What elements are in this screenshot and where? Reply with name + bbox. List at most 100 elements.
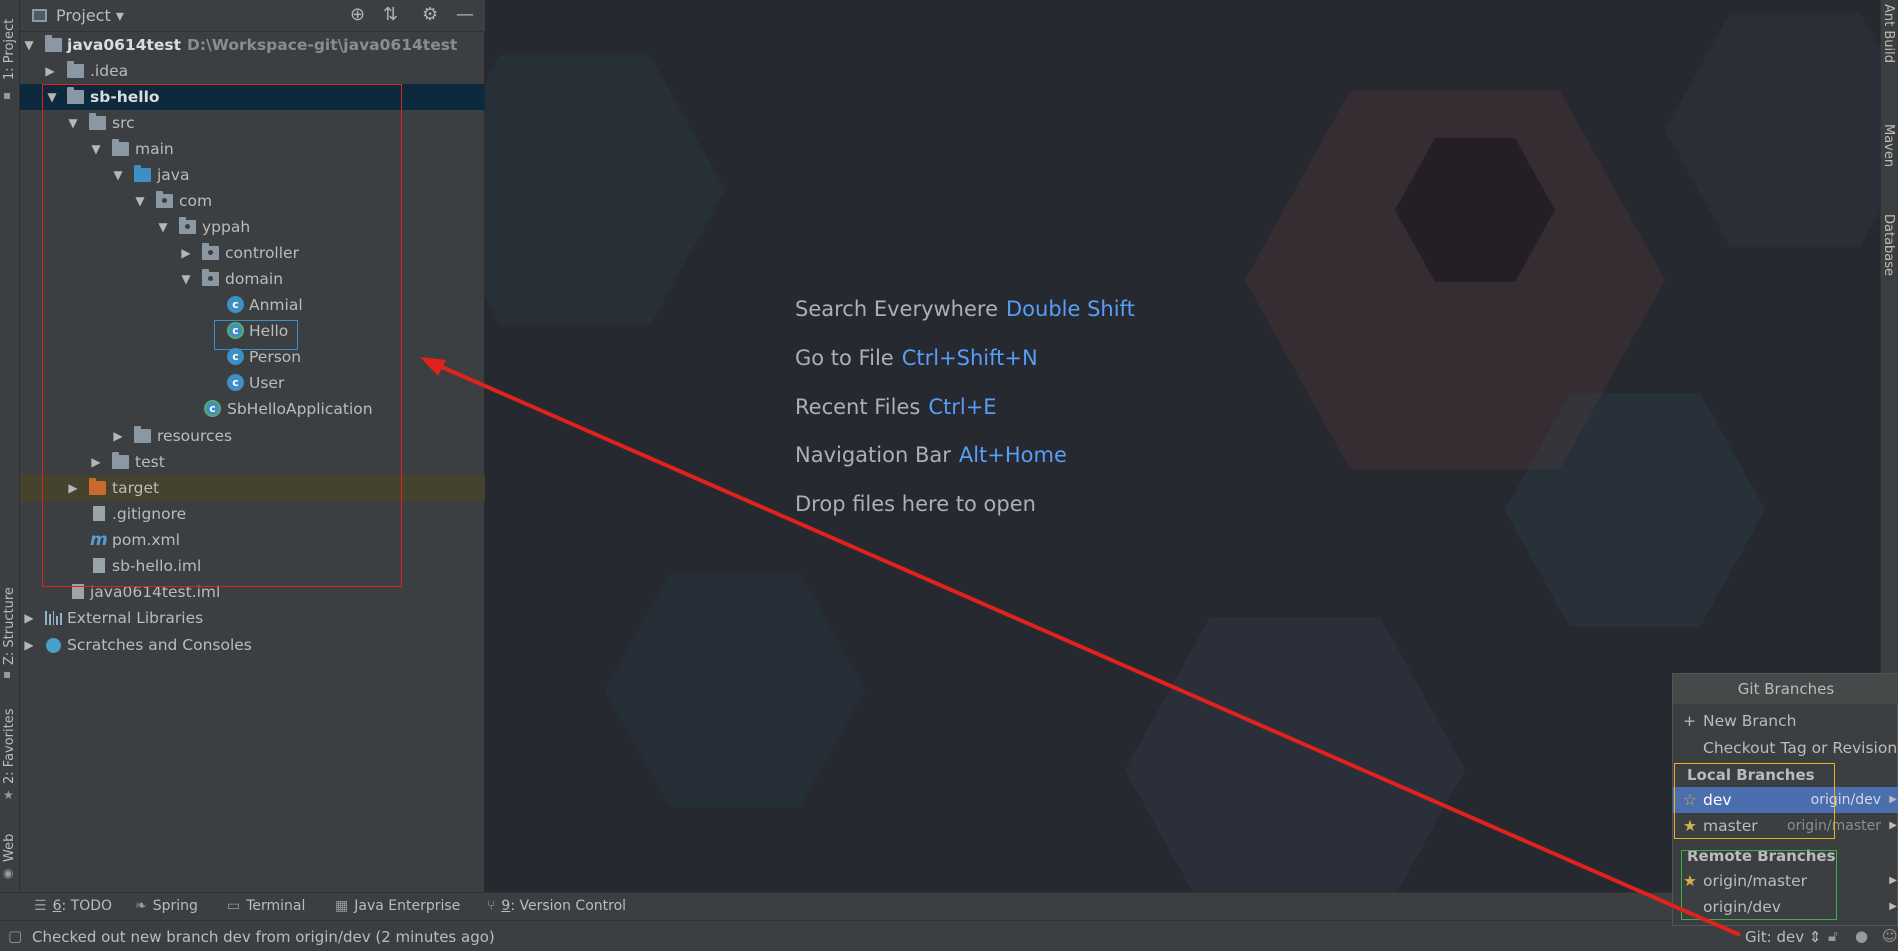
hint-recent-files: Recent Files Ctrl+E — [795, 395, 997, 419]
version-control-tool-button[interactable]: ⑂ 9: Version Control — [487, 898, 626, 914]
scratches-icon — [46, 638, 61, 653]
hint-navigation-bar: Navigation Bar Alt+Home — [795, 443, 1067, 467]
background-hexagon — [485, 55, 725, 325]
hint-label: Search Everywhere — [795, 297, 998, 321]
spring-tool-button[interactable]: ❧ Spring — [135, 898, 198, 914]
list-icon: ☰ — [34, 898, 47, 914]
expand-arrow-icon[interactable]: ▼ — [22, 32, 36, 58]
tab-ant-build-label: Ant Build — [1881, 4, 1896, 63]
annotation-blue-rectangle — [214, 320, 298, 350]
tab-favorites[interactable]: 2: Favorites ★ — [0, 708, 20, 807]
tab-web[interactable]: Web ◉ — [0, 830, 20, 880]
git-branches-popup: Git Branches + New Branch Checkout Tag or… — [1672, 673, 1898, 926]
background-hexagon — [1125, 617, 1465, 892]
hint-shortcut: Double Shift — [1006, 297, 1135, 321]
branch-icon: ⑂ — [487, 898, 496, 914]
tree-node-idea-label: .idea — [90, 62, 129, 80]
java-enterprise-tool-button[interactable]: ▦ Java Enterprise — [335, 898, 460, 914]
hint-search-everywhere: Search Everywhere Double Shift — [795, 297, 1135, 321]
java-ee-icon: ▦ — [335, 898, 349, 914]
dropdown-arrow-icon: ▾ — [115, 6, 124, 25]
hint-label: Go to File — [795, 346, 894, 370]
hint-shortcut: Alt+Home — [958, 443, 1067, 467]
popup-title: Git Branches — [1673, 674, 1898, 704]
tab-maven[interactable]: Maven — [1880, 124, 1898, 194]
event-log-icon[interactable]: ☺ — [1882, 927, 1898, 945]
tree-node-scratches-label: Scratches and Consoles — [67, 636, 252, 654]
gear-icon[interactable]: ⚙ — [422, 5, 438, 25]
collapse-all-icon[interactable]: ⇅ — [383, 5, 398, 25]
todo-label: : TODO — [61, 898, 113, 914]
hint-shortcut: Ctrl+Shift+N — [901, 346, 1038, 370]
tab-favorites-label: 2: Favorites — [2, 708, 17, 784]
new-branch-item[interactable]: + New Branch — [1673, 708, 1898, 734]
hint-label: Recent Files — [795, 395, 921, 419]
tree-node-external-libraries[interactable]: ▶ External Libraries — [20, 605, 485, 631]
version-control-label: : Version Control — [510, 898, 627, 914]
left-tool-stripe: 1: Project ▪ Z: Structure ▪ 2: Favorites… — [0, 0, 20, 892]
checkout-tag-label: Checkout Tag or Revision... — [1703, 739, 1898, 757]
submenu-arrow-icon: ▶ — [1889, 901, 1897, 912]
submenu-arrow-icon: ▶ — [1889, 820, 1897, 831]
tree-node-root-label: java0614test D:\Workspace-git\java0614tes… — [67, 32, 457, 58]
collapsed-arrow-icon[interactable]: ▶ — [43, 58, 57, 84]
folder-icon: ▪ — [3, 88, 12, 102]
globe-icon: ◉ — [3, 866, 14, 880]
status-message[interactable]: Checked out new branch dev from origin/d… — [32, 928, 495, 946]
terminal-icon: ▭ — [227, 898, 241, 914]
plus-icon: + — [1683, 712, 1696, 730]
tree-node-external-libraries-label: External Libraries — [67, 609, 204, 627]
todo-tool-button[interactable]: ☰ 6: TODO — [34, 898, 112, 914]
java-enterprise-label: Java Enterprise — [354, 898, 461, 914]
background-hexagon — [1665, 13, 1880, 247]
locate-icon[interactable]: ⊕ — [350, 5, 365, 25]
lock-icon[interactable]: 🔓︎ — [1828, 927, 1838, 945]
annotation-yellow-rectangle — [1674, 763, 1835, 839]
collapsed-arrow-icon[interactable]: ▶ — [22, 632, 36, 658]
git-branch-widget[interactable]: Git: dev ⇕ — [1745, 928, 1821, 946]
tree-node-root[interactable]: ▼ java0614test D:\Workspace-git\java0614t… — [20, 32, 485, 58]
background-hexagon — [605, 573, 865, 807]
project-view-selector[interactable]: Project ▾ — [56, 6, 124, 25]
collapsed-arrow-icon[interactable]: ▶ — [22, 605, 36, 631]
tool-windows-toggle-icon[interactable]: ▢ — [8, 927, 22, 945]
star-icon: ★ — [3, 788, 14, 802]
tab-structure-label: Z: Structure — [2, 587, 17, 665]
minimize-icon[interactable]: — — [456, 5, 474, 25]
hint-shortcut: Ctrl+E — [928, 395, 997, 419]
tab-structure[interactable]: Z: Structure ▪ — [0, 585, 20, 681]
terminal-tool-button[interactable]: ▭ Terminal — [227, 898, 305, 914]
status-bar: ▢ Checked out new branch dev from origin… — [0, 920, 1898, 951]
tab-ant-build[interactable]: Ant Build — [1880, 4, 1898, 94]
module-folder-icon — [45, 35, 62, 52]
project-view-title: Project — [56, 6, 111, 25]
new-branch-label: New Branch — [1703, 712, 1797, 730]
tool-window-bar: ☰ 6: TODO ❧ Spring ▭ Terminal ▦ Java Enterpr… — [0, 892, 1898, 920]
hint-drop-files: Drop files here to open — [795, 492, 1036, 516]
terminal-label: Terminal — [246, 898, 306, 914]
hint-label: Navigation Bar — [795, 443, 951, 467]
project-view-icon — [32, 9, 47, 22]
tree-node-idea[interactable]: ▶ .idea — [20, 58, 485, 84]
checkout-tag-item[interactable]: Checkout Tag or Revision... — [1673, 735, 1898, 761]
library-icon — [45, 611, 62, 625]
root-name: java0614test — [67, 36, 182, 54]
tab-database-label: Database — [1881, 214, 1896, 277]
editor-empty-area: Search Everywhere Double Shift Go to File… — [485, 0, 1880, 892]
tab-project-label: 1: Project — [2, 18, 17, 80]
tree-node-scratches[interactable]: ▶ Scratches and Consoles — [20, 632, 485, 658]
spring-label: Spring — [152, 898, 198, 914]
tab-database[interactable]: Database — [1880, 214, 1898, 304]
spring-leaf-icon: ❧ — [135, 898, 147, 914]
project-panel-header: Project ▾ ⊕ ⇅ ⚙ — — [20, 0, 485, 32]
tab-maven-label: Maven — [1881, 124, 1896, 168]
git-branch-label: Git: dev — [1745, 928, 1805, 946]
folder-icon — [67, 61, 84, 78]
structure-icon: ▪ — [3, 667, 12, 681]
tab-web-label: Web — [2, 833, 17, 862]
project-tool-window: Project ▾ ⊕ ⇅ ⚙ — ▼ java0614test D:\Works… — [20, 0, 485, 892]
inspector-icon[interactable]: ● — [1855, 927, 1868, 945]
submenu-arrow-icon: ▶ — [1889, 794, 1897, 805]
annotation-green-rectangle — [1681, 850, 1837, 920]
tab-project[interactable]: 1: Project ▪ — [0, 8, 20, 102]
